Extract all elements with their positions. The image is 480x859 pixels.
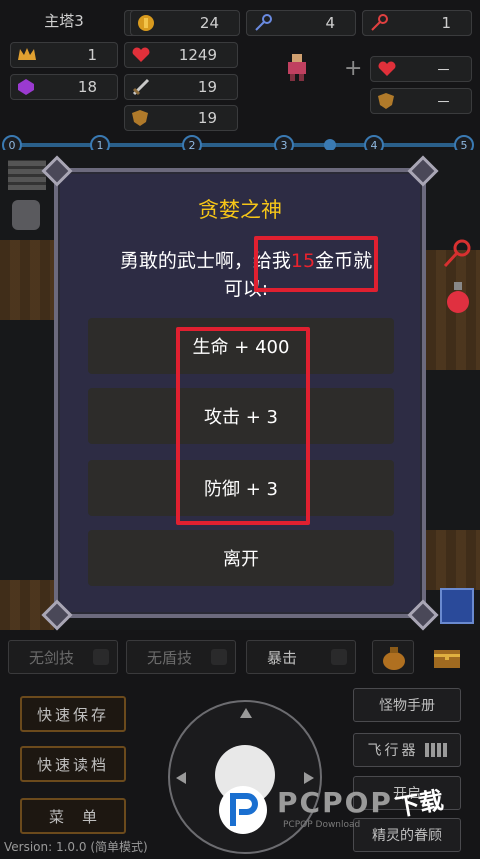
corner-ornament xyxy=(46,160,68,182)
film-icon xyxy=(424,743,447,757)
watermark-tag: 下载 xyxy=(393,786,446,822)
crown-icon xyxy=(17,46,37,64)
fly-device-button[interactable]: 飞行器 xyxy=(353,733,461,767)
rock-icon xyxy=(12,200,40,230)
menu-button[interactable]: 菜单 xyxy=(20,798,126,834)
fly-label: 飞行器 xyxy=(367,743,419,759)
floor-progress-track xyxy=(10,143,466,147)
heart-icon xyxy=(131,46,151,64)
watermark-brand: PCPOP xyxy=(277,786,393,819)
arrow-left-icon xyxy=(176,772,186,784)
quick-save-button[interactable]: 快速保存 xyxy=(20,696,126,732)
quick-load-button[interactable]: 快速读档 xyxy=(20,746,126,782)
pcpop-watermark: PCPOP PCPOP Download 下载 xyxy=(215,780,465,840)
sword-icon xyxy=(131,78,151,96)
extra-def-slot: － xyxy=(370,88,472,114)
shield-skill-button[interactable]: 无盾技 xyxy=(126,640,236,674)
extra-hp-slot: － xyxy=(370,56,472,82)
defense-counter: 19 xyxy=(124,105,238,131)
red-key-map-icon xyxy=(440,238,472,274)
stairs-icon xyxy=(8,160,46,190)
shield-icon xyxy=(131,109,151,127)
dialog-title: 贪婪之神 xyxy=(198,198,282,222)
hero-portrait-icon xyxy=(284,52,310,82)
red-key-counter: 1 xyxy=(362,10,472,36)
arrow-up-icon xyxy=(240,708,252,718)
leave-button[interactable]: 离开 xyxy=(88,530,394,586)
gem-counter: 18 xyxy=(10,74,118,100)
hp-counter: 1249 xyxy=(124,42,238,68)
version-label: Version: 1.0.0 (简单模式) xyxy=(4,840,148,854)
shield-icon xyxy=(377,92,397,110)
bag-icon[interactable] xyxy=(372,640,414,674)
monster-manual-button[interactable]: 怪物手册 xyxy=(353,688,461,722)
skill-label: 无剑技 xyxy=(29,648,75,667)
corner-ornament xyxy=(46,604,68,626)
critical-skill-button[interactable]: 暴击 xyxy=(246,640,356,674)
floor-label: 主塔3 xyxy=(44,11,84,30)
blue-key-counter-2: 4 xyxy=(246,10,356,36)
heart-icon xyxy=(377,60,397,78)
skill-label: 暴击 xyxy=(267,648,298,667)
yellow-key-counter-2: 24 xyxy=(130,10,240,36)
purple-gem-icon xyxy=(17,78,37,96)
pcpop-logo-icon xyxy=(219,786,267,834)
treasure-chest-icon[interactable] xyxy=(426,640,468,674)
blue-key-icon xyxy=(253,14,273,32)
red-key-icon xyxy=(369,14,389,32)
monster-manual-book-icon xyxy=(440,588,474,624)
potion-icon xyxy=(444,280,472,318)
highlight-box-options xyxy=(176,327,310,525)
watermark-sub: PCPOP Download xyxy=(283,820,361,830)
plus-sign: + xyxy=(344,56,363,81)
sword-skill-button[interactable]: 无剑技 xyxy=(8,640,118,674)
level-counter: 1 xyxy=(10,42,118,68)
skill-label: 无盾技 xyxy=(147,648,193,667)
corner-ornament xyxy=(412,160,434,182)
gold-coin-icon xyxy=(137,14,157,32)
message-part: 勇敢的武士啊， xyxy=(119,250,253,272)
highlight-box-price xyxy=(254,236,378,292)
greed-god-dialog: 贪婪之神 勇敢的武士啊，给我15金币就 可以: 生命 + 400 攻击 + 3 … xyxy=(54,168,426,618)
corner-ornament xyxy=(412,604,434,626)
attack-counter: 19 xyxy=(124,74,238,100)
